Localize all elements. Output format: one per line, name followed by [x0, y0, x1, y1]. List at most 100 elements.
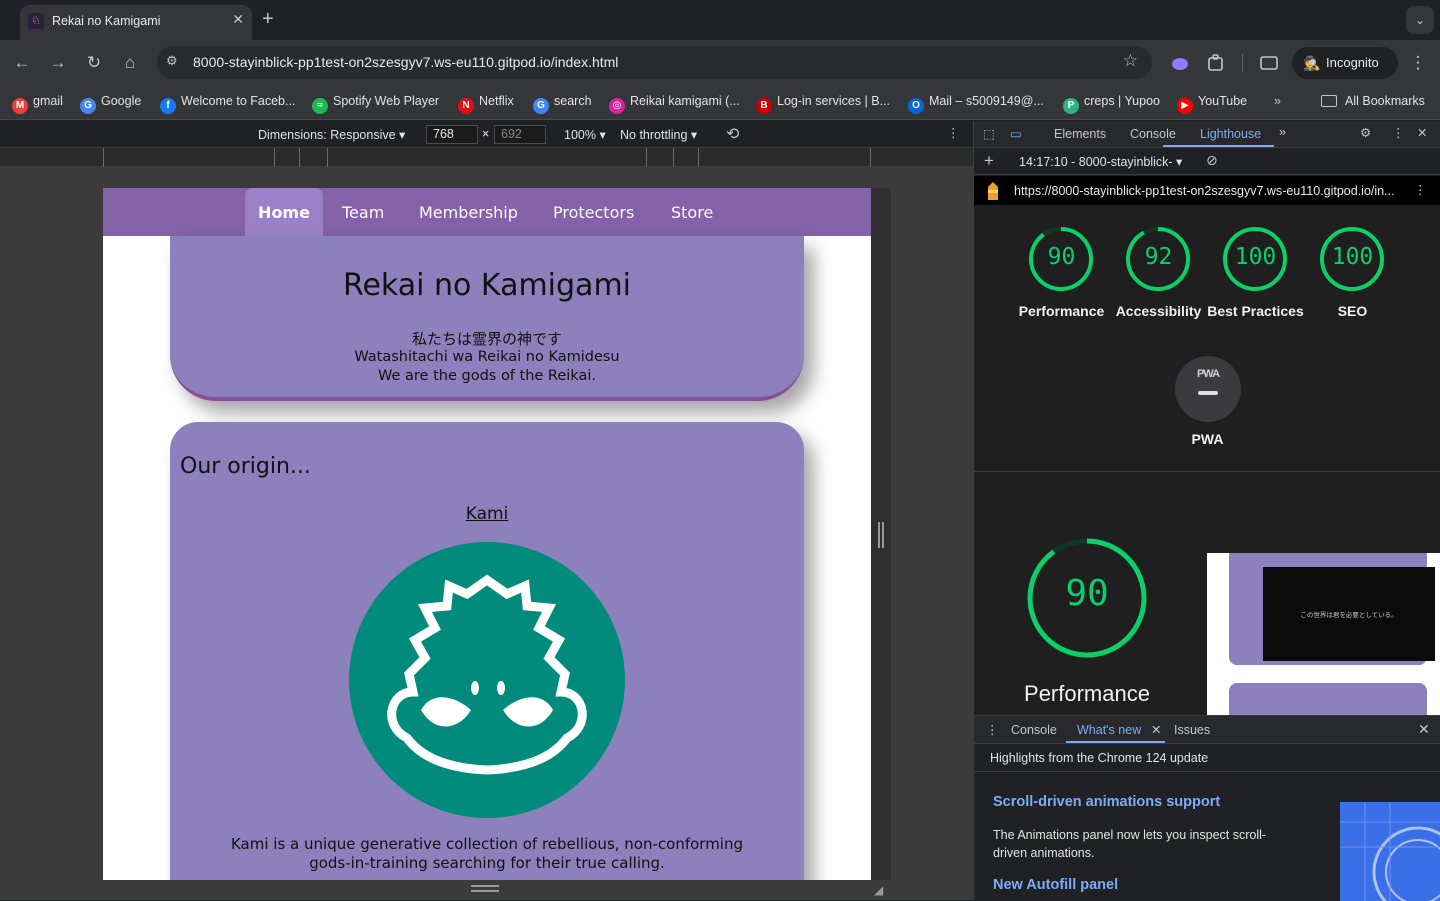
address-bar[interactable]: ⚙ 8000-stayinblick-pp1test-on2szesgyv7.w… [157, 46, 1152, 79]
close-devtools-icon[interactable]: ✕ [1417, 125, 1427, 140]
browser-tab[interactable]: ♘ Rekai no Kamigami ✕ [20, 5, 252, 40]
tab-elements[interactable]: Elements [1054, 127, 1106, 141]
url-text[interactable]: 8000-stayinblick-pp1test-on2szesgyv7.ws-… [193, 54, 618, 70]
report-url-bar: https://8000-stayinblick-pp1test-on2szes… [974, 176, 1440, 205]
bookmark-label: Reikai kamigami (... [630, 94, 740, 108]
zoom-select[interactable]: 100% ▾ [564, 127, 606, 142]
page-screenshot-thumbnail[interactable]: この世界は君を必要としている。 [1207, 553, 1440, 715]
bookmark-item[interactable]: Pcreps | Yupoo [1063, 94, 1160, 114]
all-bookmarks[interactable]: All Bookmarks [1321, 94, 1425, 112]
thumbnail-card: この世界は君を必要としている。 [1229, 553, 1435, 665]
tab-strip: ♘ Rekai no Kamigami ✕ + ⌄ [0, 0, 1440, 40]
home-icon[interactable]: ⌂ [117, 50, 143, 76]
bottom-resize-handle[interactable] [471, 885, 499, 892]
chrome-menu-icon[interactable]: ⋮ [1405, 50, 1431, 76]
origin-card: Our origin... Kami Kami is a unique gene… [170, 422, 804, 880]
close-tab-icon[interactable]: ✕ [232, 11, 244, 28]
bookmark-item[interactable]: f Welcome to Faceb... [160, 94, 295, 114]
report-url[interactable]: https://8000-stayinblick-pp1test-on2szes… [1014, 184, 1395, 198]
kami-logo-icon [349, 542, 625, 818]
report-menu-icon[interactable]: ⋮ [1414, 182, 1427, 197]
score-value: 100 [1234, 244, 1277, 270]
rotate-icon[interactable]: ⟲ [726, 124, 739, 144]
bookmark-item[interactable]: O Mail – s5009149@... [908, 94, 1044, 114]
bookmark-label: gmail [33, 94, 63, 108]
close-whats-new-icon[interactable]: ✕ [1151, 722, 1161, 737]
nav-protectors[interactable]: Protectors [553, 188, 634, 236]
hero-card: Rekai no Kamigami 私たちは霊界の神です Watashitach… [170, 236, 804, 401]
height-input[interactable]: 692 [494, 125, 546, 144]
bookmark-item[interactable]: ◎ Reikai kamigami (... [609, 94, 740, 114]
drawer-tab-issues[interactable]: Issues [1174, 723, 1210, 737]
inspect-element-icon[interactable]: ⬚ [983, 126, 995, 141]
lighthouse-logo-icon [988, 182, 998, 200]
bookmark-item[interactable]: ▶ YouTube [1177, 94, 1247, 114]
bookmark-item[interactable]: B Log-in services | B... [756, 94, 891, 114]
devtools-panel: ⬚ ▭ Elements Console Lighthouse » ⚙ ⋮ ✕ … [973, 121, 1440, 901]
drawer-tab-whats-new[interactable]: What's new [1077, 723, 1141, 737]
drawer-tab-console[interactable]: Console [1011, 723, 1057, 737]
netflix-icon: N [458, 98, 474, 114]
device-menu-icon[interactable]: ⋮ [947, 125, 960, 140]
score-value: 90 [1047, 244, 1076, 270]
cast-icon[interactable] [1259, 54, 1279, 72]
dimensions-select[interactable]: Dimensions: Responsive ▾ [258, 127, 405, 142]
extensions-puzzle-icon[interactable] [1206, 53, 1226, 73]
incognito-badge[interactable]: 🕵 Incognito [1292, 47, 1398, 79]
extension-ghost-icon[interactable] [1170, 54, 1190, 72]
nav-membership[interactable]: Membership [419, 188, 518, 236]
tab-search-icon[interactable]: ⌄ [1406, 6, 1434, 34]
report-select-label: 14:17:10 - 8000-stayinblick- [1019, 155, 1173, 169]
whats-new-item-2-title[interactable]: New Autofill panel [993, 877, 1118, 893]
hero-english: We are the gods of the Reikai. [378, 368, 596, 384]
forward-icon[interactable]: → [45, 50, 71, 76]
device-toggle-icon[interactable]: ▭ [1010, 126, 1022, 141]
spotify-icon: ≈ [312, 98, 328, 114]
throttling-select[interactable]: No throttling ▾ [620, 127, 697, 142]
devtools-menu-icon[interactable]: ⋮ [1392, 125, 1405, 140]
bookmark-item[interactable]: N Netflix [458, 94, 514, 114]
media-query-ruler[interactable] [0, 148, 973, 167]
side-resize-handle[interactable] [878, 522, 884, 548]
all-bookmarks-label: All Bookmarks [1345, 94, 1425, 108]
bookmark-item[interactable]: Gsearch [533, 94, 592, 114]
close-drawer-icon[interactable]: ✕ [1418, 721, 1430, 738]
new-tab-icon[interactable]: + [262, 8, 274, 31]
site-favicon-icon: ♘ [28, 13, 44, 29]
clear-reports-icon[interactable]: ⊘ [1206, 152, 1218, 169]
drawer-menu-icon[interactable]: ⋮ [986, 722, 999, 737]
more-bookmarks-icon[interactable]: » [1274, 94, 1281, 112]
new-report-icon[interactable]: + [984, 151, 994, 171]
nav-team[interactable]: Team [342, 188, 384, 236]
bookmark-item[interactable]: Mgmail [12, 94, 63, 114]
site-info-icon[interactable]: ⚙ [166, 53, 178, 69]
yupoo-icon: P [1063, 98, 1079, 114]
tab-console[interactable]: Console [1130, 127, 1176, 141]
device-stage: Home Team Membership Protectors Store Re… [0, 167, 973, 900]
bookmark-label: Log-in services | B... [777, 94, 891, 108]
bookmark-label: Spotify Web Player [333, 94, 440, 108]
google-icon: G [533, 98, 549, 114]
bookmark-star-icon[interactable]: ☆ [1123, 51, 1138, 71]
reload-icon[interactable]: ↻ [81, 50, 107, 76]
kami-link[interactable]: Kami [170, 504, 804, 524]
report-select[interactable]: 14:17:10 - 8000-stayinblick- ▾ [1019, 154, 1182, 169]
toolbar-divider [1242, 54, 1243, 72]
nav-store[interactable]: Store [671, 188, 713, 236]
corner-resize-icon[interactable]: ◢ [874, 883, 883, 897]
pwa-badge[interactable]: PWA [1175, 356, 1241, 422]
incognito-icon: 🕵 [1303, 55, 1321, 71]
back-icon[interactable]: ← [9, 50, 35, 76]
bookmark-label: creps | Yupoo [1084, 94, 1160, 108]
width-input[interactable]: 768 [426, 125, 478, 144]
bookmarks-bar: Mgmail G Google f Welcome to Faceb... ≈ Spotif… [0, 86, 1440, 120]
tab-lighthouse[interactable]: Lighthouse [1200, 127, 1261, 141]
bookmark-item[interactable]: G Google [80, 94, 141, 114]
devtools-tabbar: ⬚ ▭ Elements Console Lighthouse » ⚙ ⋮ ✕ [974, 121, 1440, 148]
settings-gear-icon[interactable]: ⚙ [1360, 125, 1371, 140]
whats-new-item-1-title[interactable]: Scroll-driven animations support [993, 794, 1220, 810]
nav-home[interactable]: Home [245, 188, 323, 236]
more-tabs-icon[interactable]: » [1279, 125, 1286, 139]
whats-new-illustration-art [1340, 802, 1440, 901]
bookmark-item[interactable]: ≈ Spotify Web Player [312, 94, 440, 114]
